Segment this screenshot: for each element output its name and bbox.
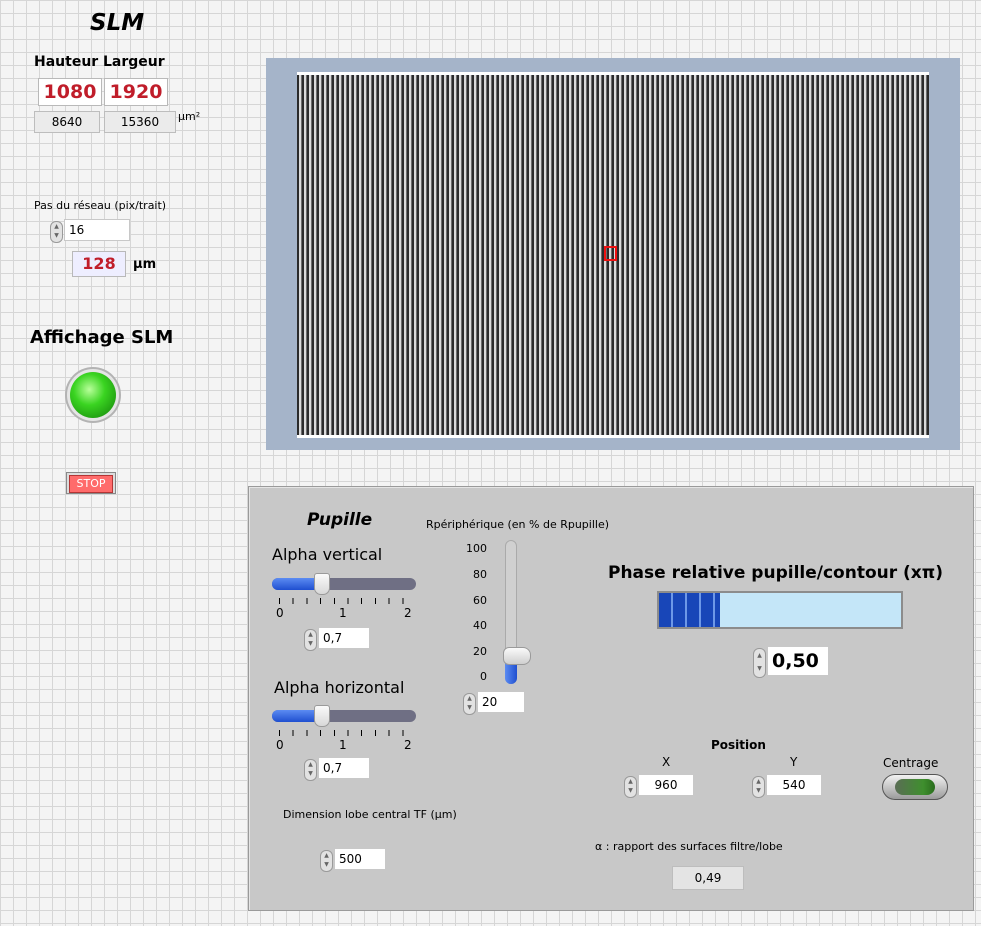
phase-input[interactable]: 0,50 [767,646,829,676]
display-led-indicator[interactable] [70,372,116,418]
alpha-vertical-tick-2: 2 [404,606,412,620]
pupille-title: Pupille [307,510,373,530]
largeur-um-indicator: 15360 [104,111,176,133]
phase-spinner[interactable]: ▲ ▼ [753,648,766,678]
rperipherique-scale-40: 40 [473,619,487,632]
dimension-lobe-label: Dimension lobe central TF (µm) [283,808,457,821]
slm-cursor-marker [604,246,617,261]
dimension-lobe-control: ▲ ▼ 500 [320,848,386,872]
position-y-spinner[interactable]: ▲ ▼ [752,776,765,798]
alpha-vertical-label: Alpha vertical [272,545,383,564]
centrage-light [895,779,935,795]
slm-preview-frame [266,58,960,450]
hauteur-px-indicator: 1080 [38,78,102,106]
alpha-horizontal-thumb[interactable] [314,705,330,727]
page-title: SLM [90,10,145,36]
largeur-px-indicator: 1920 [104,78,168,106]
dimension-lobe-spinner[interactable]: ▲ ▼ [320,850,333,872]
rperipherique-input[interactable]: 20 [477,691,525,713]
position-x-label: X [662,755,671,769]
alpha-horizontal-tick-0: 0 [276,738,284,752]
display-label: Affichage SLM [30,327,174,348]
position-y-control: ▲ ▼ 540 [752,774,822,798]
alpha-vertical-tick-0: 0 [276,606,284,620]
alpha-ratio-label: α : rapport des surfaces filtre/lobe [595,840,783,853]
alpha-horizontal-control: ▲ ▼ 0,7 [304,757,370,781]
phase-label: Phase relative pupille/contour (xπ) [608,563,943,583]
grating-size-indicator: 128 [72,251,126,277]
alpha-horizontal-spinner[interactable]: ▲ ▼ [304,759,317,781]
area-unit-label: µm² [178,110,201,123]
hauteur-um-indicator: 8640 [34,111,100,133]
alpha-vertical-ticks [279,598,409,604]
position-x-spinner[interactable]: ▲ ▼ [624,776,637,798]
alpha-horizontal-ticks [279,730,409,736]
phase-progress-fill [659,593,720,627]
rperipherique-thumb[interactable] [503,647,531,665]
position-x-control: ▲ ▼ 960 [624,774,694,798]
rperipherique-scale-60: 60 [473,594,487,607]
rperipherique-scale-100: 100 [466,542,487,555]
dimension-lobe-input[interactable]: 500 [334,848,386,870]
rperipherique-scale-0: 0 [480,670,487,683]
largeur-label: Largeur [103,54,165,70]
grating-control: ▲ ▼ 16 [50,219,132,243]
phase-control: ▲ ▼ 0,50 [753,646,829,678]
rperipherique-spinner[interactable]: ▲ ▼ [463,693,476,715]
hauteur-label: Hauteur [34,54,99,70]
alpha-horizontal-label: Alpha horizontal [274,678,405,697]
rperipherique-scale-20: 20 [473,645,487,658]
position-label: Position [711,738,766,752]
alpha-ratio-indicator: 0,49 [672,866,744,890]
rperipherique-label: Rpériphérique (en % de Rpupille) [426,518,610,531]
grating-size-unit: µm [133,257,157,272]
stop-label: STOP [69,475,113,493]
alpha-horizontal-tick-2: 2 [404,738,412,752]
position-y-input[interactable]: 540 [766,774,822,796]
alpha-vertical-tick-1: 1 [339,606,347,620]
rperipherique-scale-80: 80 [473,568,487,581]
alpha-vertical-thumb[interactable] [314,573,330,595]
stop-button[interactable]: STOP [66,472,116,494]
grating-label: Pas du réseau (pix/trait) [34,199,167,212]
grating-spinner[interactable]: ▲ ▼ [50,221,63,243]
grating-input[interactable]: 16 [64,219,130,241]
position-y-label: Y [790,755,798,769]
alpha-vertical-input[interactable]: 0,7 [318,627,370,649]
phase-progress-bar [657,591,903,629]
centrage-button[interactable] [882,774,948,800]
position-x-input[interactable]: 960 [638,774,694,796]
alpha-horizontal-tick-1: 1 [339,738,347,752]
alpha-vertical-spinner[interactable]: ▲ ▼ [304,629,317,651]
centrage-label: Centrage [883,756,939,770]
alpha-vertical-control: ▲ ▼ 0,7 [304,627,370,651]
rperipherique-control: ▲ ▼ 20 [463,691,525,715]
alpha-horizontal-input[interactable]: 0,7 [318,757,370,779]
